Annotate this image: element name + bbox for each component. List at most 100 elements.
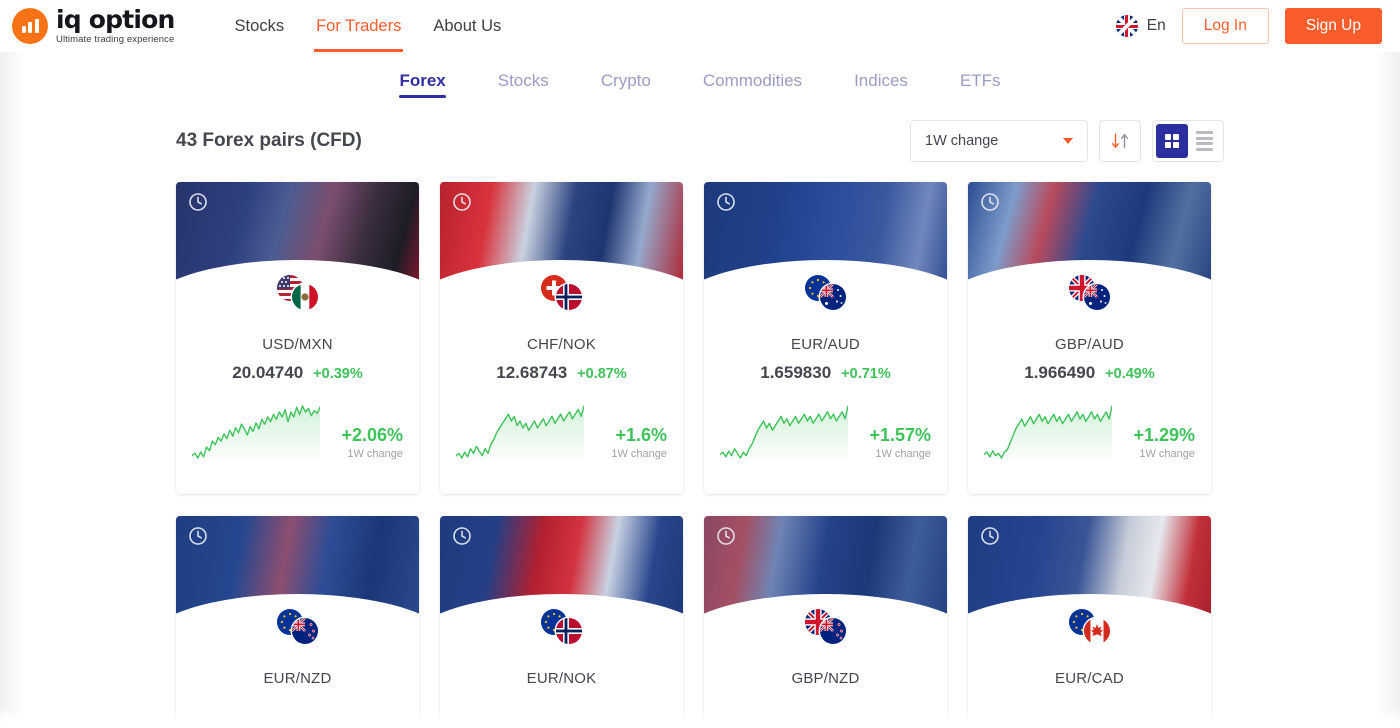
sparkline-chart xyxy=(983,403,1113,466)
flag-nz-icon xyxy=(819,618,846,644)
pair-name: EUR/AUD xyxy=(791,336,860,353)
logo-tagline: Ultimate trading experience xyxy=(56,34,175,46)
main-nav: Stocks For Traders About Us xyxy=(219,0,518,52)
clock-icon xyxy=(189,527,207,545)
asset-card[interactable]: CHF/NOK 12.68743 +0.87% +1.6% 1W change xyxy=(440,182,683,494)
logo-name: iq option xyxy=(56,5,175,35)
clock-icon xyxy=(452,192,472,212)
sort-by-select[interactable]: 1W change xyxy=(910,120,1088,162)
list-view-button[interactable] xyxy=(1188,124,1220,158)
clock-icon xyxy=(189,193,207,211)
pair-name: USD/MXN xyxy=(262,336,333,353)
pair-flag-badge xyxy=(796,264,855,322)
pair-price-row: 12.68743 +0.87% xyxy=(440,363,683,383)
clock-icon xyxy=(453,193,471,211)
language-label: En xyxy=(1146,17,1166,34)
nav-item-stocks[interactable]: Stocks xyxy=(219,0,301,52)
asset-card[interactable]: USD/MXN 20.04740 +0.39% +2.06% 1W change xyxy=(176,182,419,494)
period-change-value: +2.06% xyxy=(341,425,403,446)
pair-name: GBP/AUD xyxy=(1055,336,1124,353)
flag-mx-icon xyxy=(291,284,318,310)
pair-name: EUR/NZD xyxy=(263,670,332,687)
clock-icon xyxy=(716,526,736,546)
pair-name: EUR/CAD xyxy=(1055,670,1124,687)
tab-forex[interactable]: Forex xyxy=(373,72,471,98)
bar-chart-circle-icon xyxy=(12,8,48,44)
clock-icon xyxy=(188,526,208,546)
pair-flag-badge xyxy=(532,264,591,322)
asset-card[interactable]: GBP/NZD xyxy=(704,516,947,728)
flag-no-icon xyxy=(555,284,582,310)
grid-view-button[interactable] xyxy=(1156,124,1188,158)
clock-icon xyxy=(717,193,735,211)
pair-name: CHF/NOK xyxy=(527,336,596,353)
list-toolbar: 43 Forex pairs (CFD) 1W change xyxy=(176,100,1224,182)
pair-flag-badge xyxy=(1060,264,1119,322)
clock-icon xyxy=(981,527,999,545)
pair-name: EUR/NOK xyxy=(526,670,597,687)
asset-card[interactable]: GBP/AUD 1.966490 +0.49% +1.29% 1W change xyxy=(968,182,1211,494)
card-footer: +1.57% 1W change xyxy=(704,403,947,466)
pair-flag-badge xyxy=(268,598,327,656)
tab-etfs[interactable]: ETFs xyxy=(934,72,1027,98)
flag-au-icon xyxy=(819,284,846,310)
nav-item-for-traders[interactable]: For Traders xyxy=(300,0,417,52)
list-view-icon xyxy=(1195,131,1213,151)
grid-view-icon xyxy=(1164,133,1180,149)
login-button[interactable]: Log In xyxy=(1181,8,1269,44)
tab-indices[interactable]: Indices xyxy=(828,72,934,98)
sparkline-chart xyxy=(719,403,849,466)
clock-icon xyxy=(716,192,736,212)
pair-flag-badge xyxy=(268,264,327,322)
pair-delta: +0.39% xyxy=(313,366,363,382)
card-footer: +2.06% 1W change xyxy=(176,403,419,466)
pair-delta: +0.49% xyxy=(1105,366,1155,382)
pair-price-row: 20.04740 +0.39% xyxy=(176,363,419,383)
pair-price: 12.68743 xyxy=(496,363,568,382)
clock-icon xyxy=(980,192,1000,212)
sparkline-chart xyxy=(191,403,321,466)
pair-delta: +0.71% xyxy=(841,366,891,382)
pair-price: 20.04740 xyxy=(232,363,304,382)
clock-icon xyxy=(453,527,471,545)
period-change-label: 1W change xyxy=(875,448,931,460)
flag-au-icon xyxy=(1083,284,1110,310)
signup-button[interactable]: Sign Up xyxy=(1284,8,1382,44)
clock-icon xyxy=(980,526,1000,546)
asset-class-tabs: Forex Stocks Crypto Commodities Indices … xyxy=(0,52,1400,100)
tab-crypto[interactable]: Crypto xyxy=(575,72,677,98)
pair-delta: +0.87% xyxy=(577,366,627,382)
period-change-value: +1.29% xyxy=(1133,425,1195,446)
tab-commodities[interactable]: Commodities xyxy=(677,72,828,98)
period-change-value: +1.57% xyxy=(869,425,931,446)
sparkline-chart xyxy=(455,403,585,466)
sort-by-value: 1W change xyxy=(925,133,999,149)
pair-flag-badge xyxy=(796,598,855,656)
header-actions: En Log In Sign Up xyxy=(1115,8,1382,44)
tab-stocks[interactable]: Stocks xyxy=(472,72,575,98)
pair-price-row: 1.659830 +0.71% xyxy=(704,363,947,383)
pair-price: 1.659830 xyxy=(760,363,832,382)
asset-card[interactable]: EUR/CAD xyxy=(968,516,1211,728)
asset-card[interactable]: EUR/NZD xyxy=(176,516,419,728)
nav-item-about-us[interactable]: About Us xyxy=(417,0,517,52)
sort-direction-button[interactable] xyxy=(1099,120,1141,162)
card-footer: +1.29% 1W change xyxy=(968,403,1211,466)
page-title: 43 Forex pairs (CFD) xyxy=(176,130,362,151)
flag-ca-icon xyxy=(1083,618,1110,644)
asset-card-grid: USD/MXN 20.04740 +0.39% +2.06% 1W change xyxy=(176,182,1224,728)
pair-name: GBP/NZD xyxy=(791,670,860,687)
chevron-down-icon xyxy=(1063,138,1073,144)
period-change-label: 1W change xyxy=(347,448,403,460)
clock-icon xyxy=(452,526,472,546)
period-change-value: +1.6% xyxy=(615,425,667,446)
asset-card[interactable]: EUR/NOK xyxy=(440,516,683,728)
asset-card[interactable]: EUR/AUD 1.659830 +0.71% +1.57% 1W change xyxy=(704,182,947,494)
pair-price-row: 1.966490 +0.49% xyxy=(968,363,1211,383)
period-change-label: 1W change xyxy=(1139,448,1195,460)
language-selector[interactable]: En xyxy=(1115,15,1166,37)
clock-icon xyxy=(717,527,735,545)
logo[interactable]: iq option Ultimate trading experience xyxy=(8,7,175,45)
period-change-label: 1W change xyxy=(611,448,667,460)
view-toggle-group xyxy=(1152,120,1224,162)
